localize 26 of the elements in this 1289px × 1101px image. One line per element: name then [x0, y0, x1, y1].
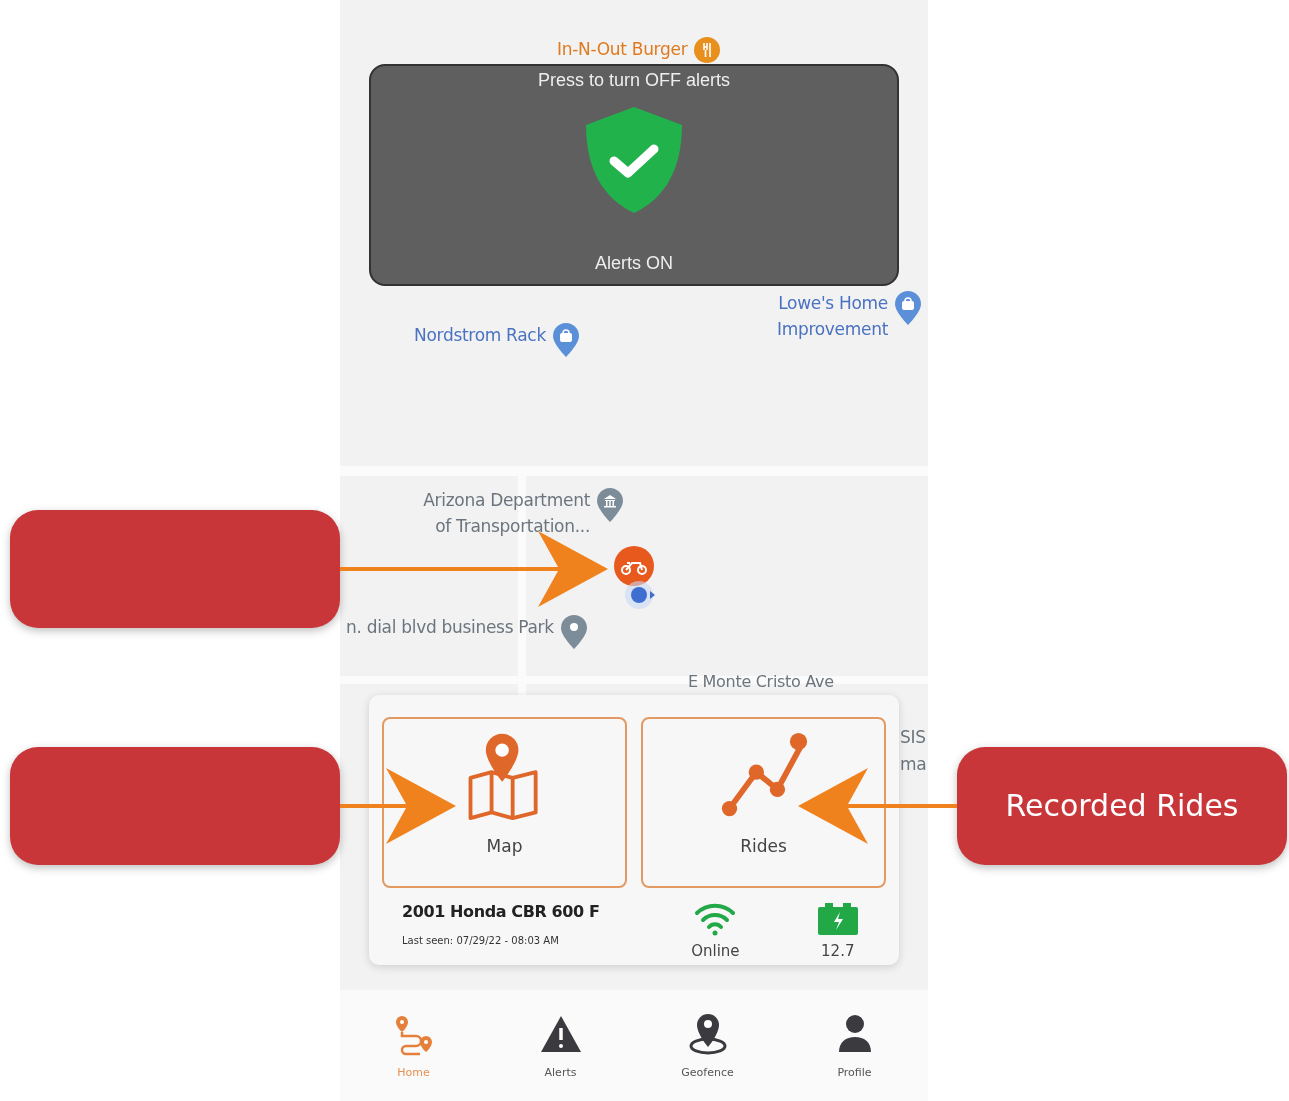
place-label: n. dial blvd business Park [346, 616, 554, 639]
connection-status: Online [691, 942, 740, 960]
wifi-icon [694, 902, 737, 936]
place-label: Nordstrom Rack [414, 324, 546, 347]
building-pin-icon [596, 487, 624, 523]
vehicle-name: 2001 Honda CBR 600 F [402, 902, 601, 921]
motorcycle-marker-icon [614, 546, 654, 586]
map-button[interactable]: Map [382, 717, 627, 888]
shopping-bag-pin-icon [894, 290, 922, 326]
place-label: SIS [900, 726, 926, 749]
place-label: ma [900, 753, 927, 776]
place-label: Lowe's Home Improvement [775, 292, 888, 341]
last-seen-text: Last seen: 07/29/22 - 08:03 AM [402, 935, 560, 946]
callout-label: Recorded Rides [957, 747, 1287, 865]
alert-toggle-button[interactable]: Press to turn OFF alerts Alerts ON [369, 64, 899, 286]
place-label: Arizona Department of Transportation... [422, 489, 590, 538]
place-label: In-N-Out Burger [557, 38, 688, 61]
nav-tab[interactable]: Geofence [652, 1012, 763, 1079]
rides-button[interactable]: Rides [641, 717, 886, 888]
shopping-bag-pin-icon [551, 322, 580, 358]
battery-voltage: 12.7 [821, 942, 855, 960]
map-pin-icon [559, 614, 588, 650]
nav-tab[interactable]: Profile [799, 1012, 910, 1079]
battery-icon [816, 902, 859, 936]
street-label: E Monte Cristo Ave [688, 671, 834, 693]
nav-tab[interactable]: Alerts [505, 1012, 616, 1079]
